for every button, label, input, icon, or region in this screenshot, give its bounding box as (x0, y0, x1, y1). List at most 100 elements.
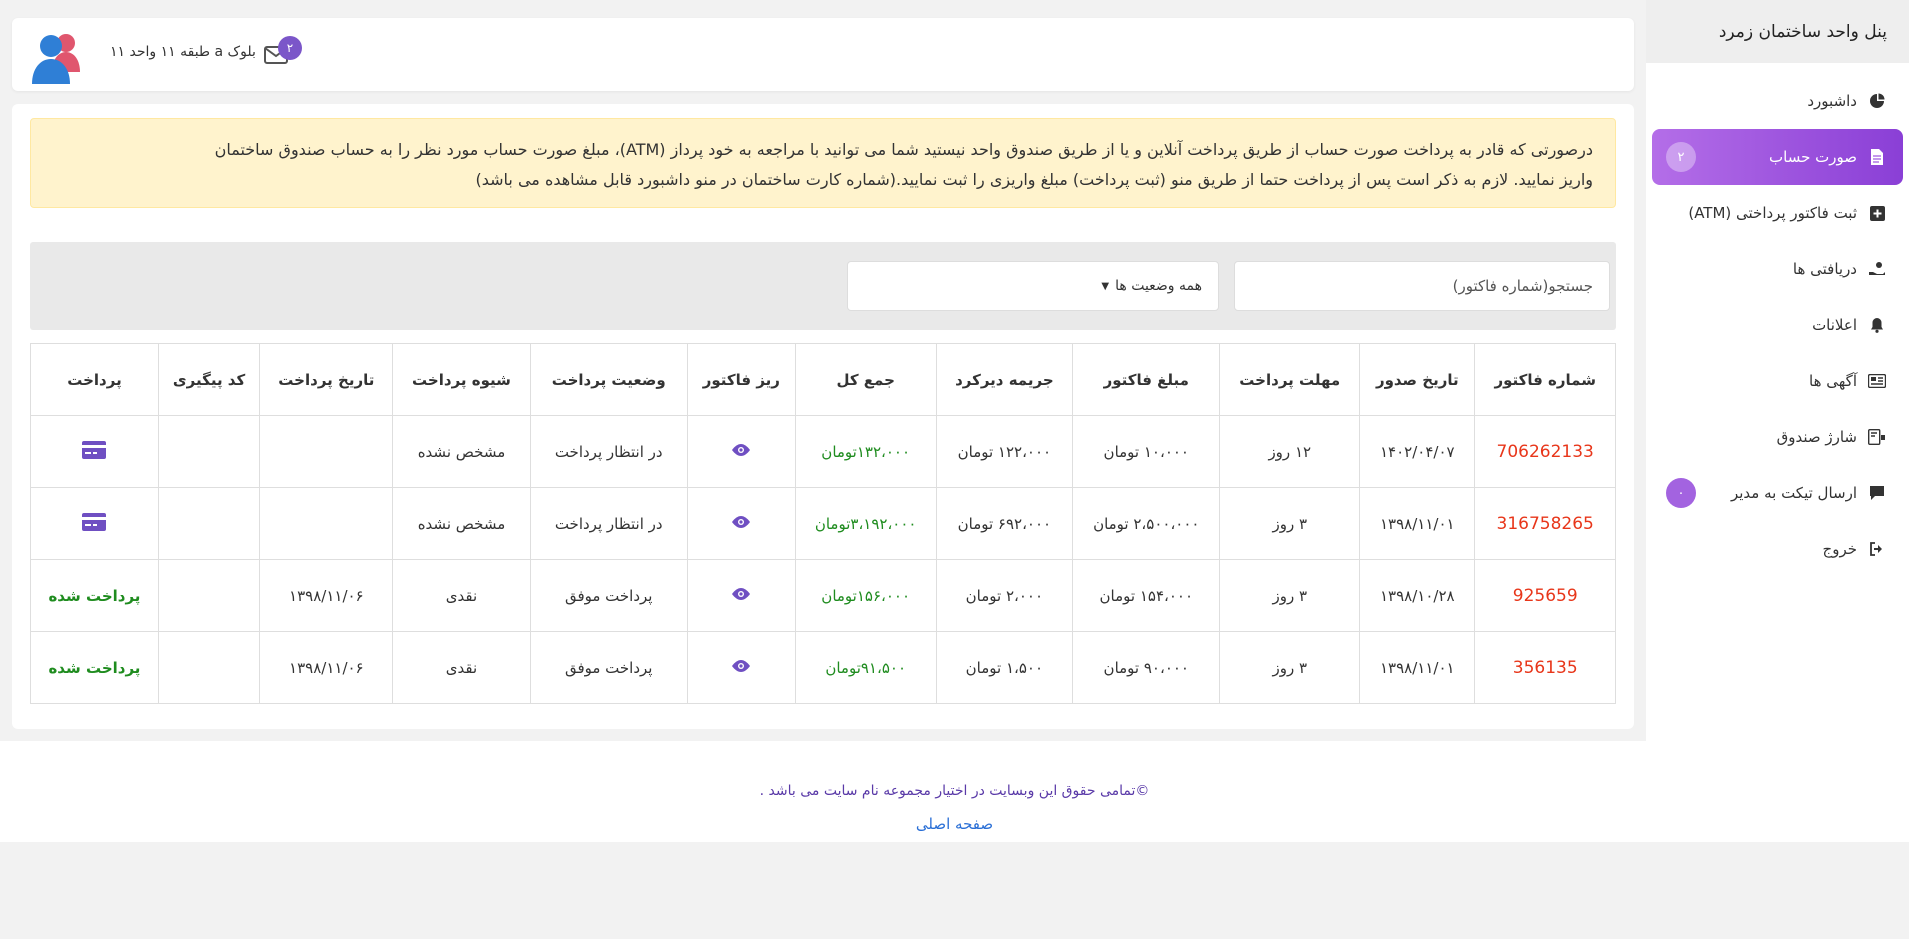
sidebar-item-send-ticket[interactable]: ارسال تیکت به مدیر ۰ (1652, 465, 1903, 521)
sidebar-nav: داشبورد صورت حساب ۲ ثبت فاکتور پرداختی (… (1646, 63, 1909, 577)
sidebar-item-invoices[interactable]: صورت حساب ۲ (1652, 129, 1903, 185)
total: ۱۳۲،۰۰۰تومان (794, 415, 937, 488)
table-row: 356135 ۱۳۹۸/۱۱/۰۱ ۳ روز ۹۰،۰۰۰ تومان ۱،۵… (30, 631, 1616, 704)
payment-date: ۱۳۹۸/۱۱/۰۶ (259, 559, 394, 632)
status-filter-select[interactable]: همه وضعیت ها ▼ (847, 261, 1219, 311)
tickets-count-badge: ۰ (1666, 478, 1696, 508)
eye-icon[interactable] (730, 515, 752, 533)
invoices-panel: درصورتی که قادر به پرداخت صورت حساب از ط… (12, 104, 1634, 729)
newspaper-icon (1867, 371, 1887, 391)
col-amount: مبلغ فاکتور (1072, 343, 1221, 416)
col-total: جمع کل (794, 343, 937, 416)
wallet-icon (1867, 427, 1887, 447)
comment-icon (1867, 483, 1887, 503)
paid-status: پرداخت شده (30, 559, 159, 632)
caret-down-icon: ▼ (1101, 280, 1110, 292)
credit-card-icon[interactable] (82, 512, 107, 535)
penalty: ۶۹۲،۰۰۰ تومان (935, 487, 1074, 560)
eye-icon[interactable] (730, 443, 752, 461)
sidebar-item-label: صورت حساب (1769, 148, 1857, 166)
issue-date: ۱۳۹۸/۱۱/۰۱ (1359, 631, 1476, 704)
invoice-details-cell (686, 631, 796, 704)
penalty: ۱۲۲،۰۰۰ تومان (935, 415, 1074, 488)
eye-icon[interactable] (730, 659, 752, 677)
col-penalty: جریمه دیرکرد (935, 343, 1074, 416)
sidebar-item-receipts[interactable]: دریافتی ها (1652, 241, 1903, 297)
sidebar-title: پنل واحد ساختمان زمرد (1646, 0, 1909, 63)
pie-chart-icon (1867, 91, 1887, 111)
bell-icon (1867, 315, 1887, 335)
tracking-code (157, 559, 261, 632)
deadline: ۳ روز (1219, 559, 1361, 632)
tracking-code (157, 631, 261, 704)
invoice-details-cell (686, 559, 796, 632)
deadline: ۱۲ روز (1219, 415, 1361, 488)
payment-date (259, 487, 394, 560)
payment-status: پرداخت موفق (529, 631, 688, 704)
col-invoice-number: شماره فاکتور (1474, 343, 1616, 416)
table-row: 706262133 ۱۴۰۲/۰۴/۰۷ ۱۲ روز ۱۰،۰۰۰ تومان… (30, 415, 1616, 488)
col-payment-status: وضعیت پرداخت (529, 343, 688, 416)
unit-info: بلوک a طبقه ۱۱ واحد ۱۱ (110, 44, 256, 60)
sidebar-item-fund-charge[interactable]: شارژ صندوق (1652, 409, 1903, 465)
amount: ۲،۵۰۰،۰۰۰ تومان (1072, 487, 1221, 560)
invoices-table: شماره فاکتور تاریخ صدور مهلت پرداخت مبلغ… (30, 343, 1616, 704)
payment-status: در انتظار پرداخت (529, 415, 688, 488)
payment-method: مشخص نشده (392, 415, 531, 488)
pay-cell (30, 415, 159, 488)
payment-method: نقدی (392, 631, 531, 704)
alert-line-2: واریز نمایید. لازم به ذکر است پس از پردا… (475, 170, 1593, 189)
sidebar-item-logout[interactable]: خروج (1652, 521, 1903, 577)
col-payment-method: شیوه پرداخت (392, 343, 531, 416)
payment-method: مشخص نشده (392, 487, 531, 560)
sidebar-item-dashboard[interactable]: داشبورد (1652, 73, 1903, 129)
invoice-number: 316758265 (1474, 487, 1616, 560)
sidebar-item-label: ثبت فاکتور پرداختی (ATM) (1688, 204, 1857, 222)
sidebar-item-ads[interactable]: آگهی ها (1652, 353, 1903, 409)
sidebar-item-label: اعلانات (1812, 316, 1857, 334)
issue-date: ۱۳۹۸/۱۱/۰۱ (1359, 487, 1476, 560)
sidebar: پنل واحد ساختمان زمرد داشبورد صورت حساب … (1646, 0, 1909, 741)
col-payment-date: تاریخ پرداخت (259, 343, 394, 416)
main-area: بلوک a طبقه ۱۱ واحد ۱۱ ۲ درصورتی که قادر… (0, 0, 1646, 741)
issue-date: ۱۴۰۲/۰۴/۰۷ (1359, 415, 1476, 488)
col-pay: پرداخت (30, 343, 159, 416)
eye-icon[interactable] (730, 587, 752, 605)
total: ۳،۱۹۲،۰۰۰تومان (794, 487, 937, 560)
sidebar-item-atm-invoice[interactable]: ثبت فاکتور پرداختی (ATM) (1652, 185, 1903, 241)
invoices-count-badge: ۲ (1666, 142, 1696, 172)
pay-cell (30, 487, 159, 560)
search-input[interactable] (1234, 261, 1610, 311)
table-row: 316758265 ۱۳۹۸/۱۱/۰۱ ۳ روز ۲،۵۰۰،۰۰۰ توم… (30, 487, 1616, 560)
table-row: 925659 ۱۳۹۸/۱۰/۲۸ ۳ روز ۱۵۴،۰۰۰ تومان ۲،… (30, 559, 1616, 632)
payment-date: ۱۳۹۸/۱۱/۰۶ (259, 631, 394, 704)
top-bar: بلوک a طبقه ۱۱ واحد ۱۱ ۲ (12, 18, 1634, 91)
document-icon (1867, 147, 1887, 167)
sidebar-item-label: ارسال تیکت به مدیر (1730, 484, 1857, 502)
invoice-number: 356135 (1474, 631, 1616, 704)
sidebar-item-announcements[interactable]: اعلانات (1652, 297, 1903, 353)
deadline: ۳ روز (1219, 487, 1361, 560)
invoice-number: 925659 (1474, 559, 1616, 632)
payment-date (259, 415, 394, 488)
total: ۱۵۶،۰۰۰تومان (794, 559, 937, 632)
credit-card-icon[interactable] (82, 440, 107, 463)
col-issue-date: تاریخ صدور (1359, 343, 1476, 416)
home-link[interactable]: صفحه اصلی (0, 815, 1909, 833)
col-deadline: مهلت پرداخت (1219, 343, 1361, 416)
tracking-code (157, 487, 261, 560)
sidebar-item-label: آگهی ها (1809, 372, 1857, 390)
invoice-details-cell (686, 487, 796, 560)
users-avatar-icon[interactable] (28, 26, 86, 84)
amount: ۱۰،۰۰۰ تومان (1072, 415, 1221, 488)
deadline: ۳ روز (1219, 631, 1361, 704)
sidebar-item-label: خروج (1822, 540, 1857, 558)
col-tracking-code: کد پیگیری (157, 343, 261, 416)
amount: ۹۰،۰۰۰ تومان (1072, 631, 1221, 704)
issue-date: ۱۳۹۸/۱۰/۲۸ (1359, 559, 1476, 632)
paid-status: پرداخت شده (30, 631, 159, 704)
payment-status: در انتظار پرداخت (529, 487, 688, 560)
invoices-table-wrap: شماره فاکتور تاریخ صدور مهلت پرداخت مبلغ… (30, 343, 1616, 704)
invoice-details-cell (686, 415, 796, 488)
payment-status: پرداخت موفق (529, 559, 688, 632)
